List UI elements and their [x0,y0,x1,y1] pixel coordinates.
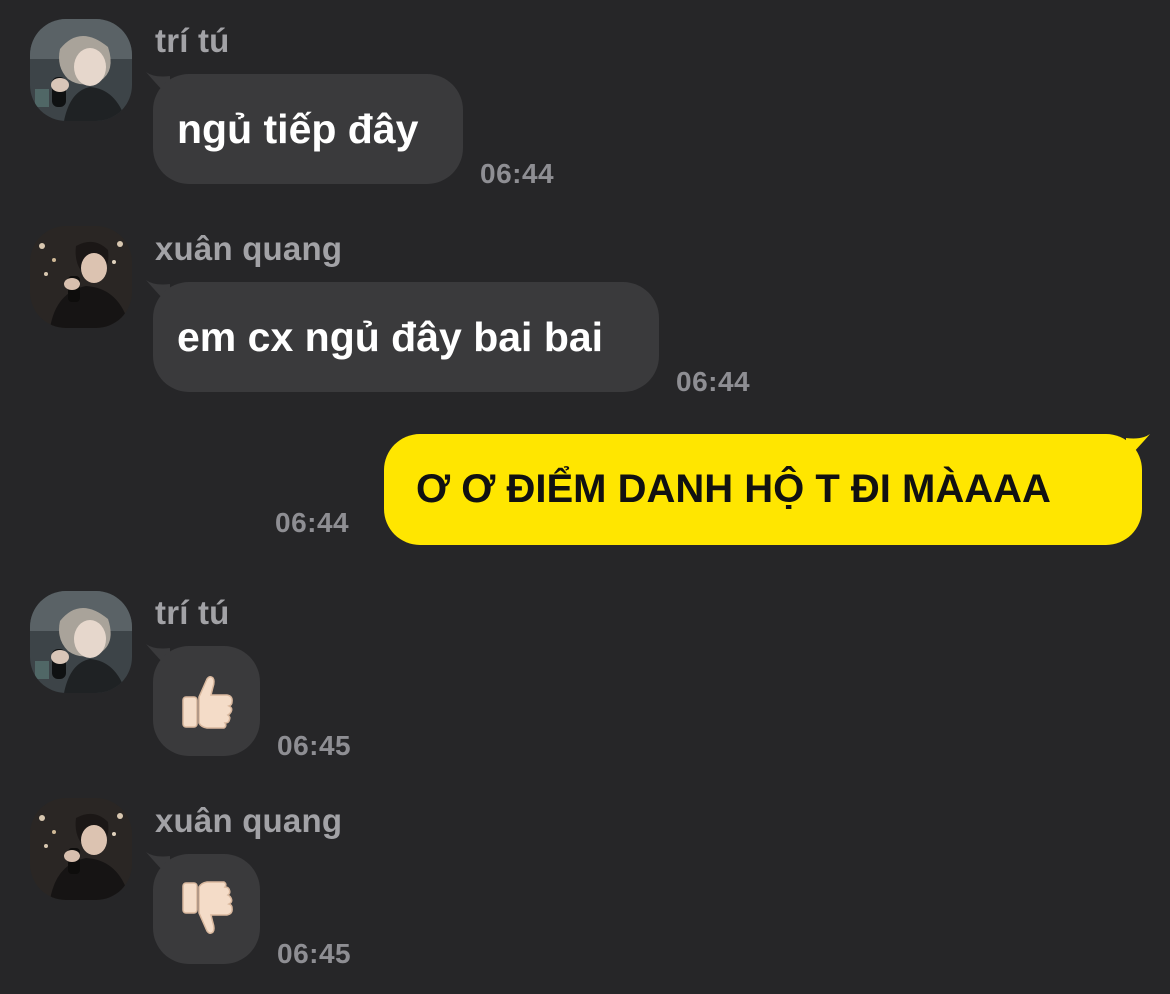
message-bubble[interactable]: ngủ tiếp đây [153,74,463,184]
chat-thread[interactable]: trí tú ngủ tiếp đây 06:44 xuân quang em … [0,0,1170,994]
message-time: 06:44 [480,158,555,189]
message-time: 06:44 [676,366,751,397]
message-time: 06:45 [277,730,352,761]
sender-name: trí tú [155,594,230,631]
sender-name: xuân quang [155,230,343,267]
avatar[interactable] [30,226,132,328]
message-bubble[interactable]: em cx ngủ đây bai bai [153,282,659,392]
message-time: 06:44 [275,507,350,538]
sender-name: trí tú [155,22,230,59]
message-bubble[interactable] [153,646,260,756]
avatar-photo-icon [30,591,132,693]
sender-name: xuân quang [155,802,343,839]
message-time: 06:45 [277,938,352,969]
thumbs-down-icon [181,881,233,935]
avatar-photo-icon [30,798,132,900]
message-bubble[interactable]: Ơ Ơ ĐIỂM DANH HỘ T ĐI MÀAAA [384,434,1142,545]
avatar[interactable] [30,591,132,693]
avatar[interactable] [30,798,132,900]
avatar-photo-icon [30,19,132,121]
message-text: Ơ Ơ ĐIỂM DANH HỘ T ĐI MÀAAA [416,467,1051,511]
thumbs-up-icon [181,675,233,729]
message-text: ngủ tiếp đây [177,105,419,152]
message-text: em cx ngủ đây bai bai [177,313,604,360]
message-bubble[interactable] [153,854,260,964]
avatar[interactable] [30,19,132,121]
avatar-photo-icon [30,226,132,328]
